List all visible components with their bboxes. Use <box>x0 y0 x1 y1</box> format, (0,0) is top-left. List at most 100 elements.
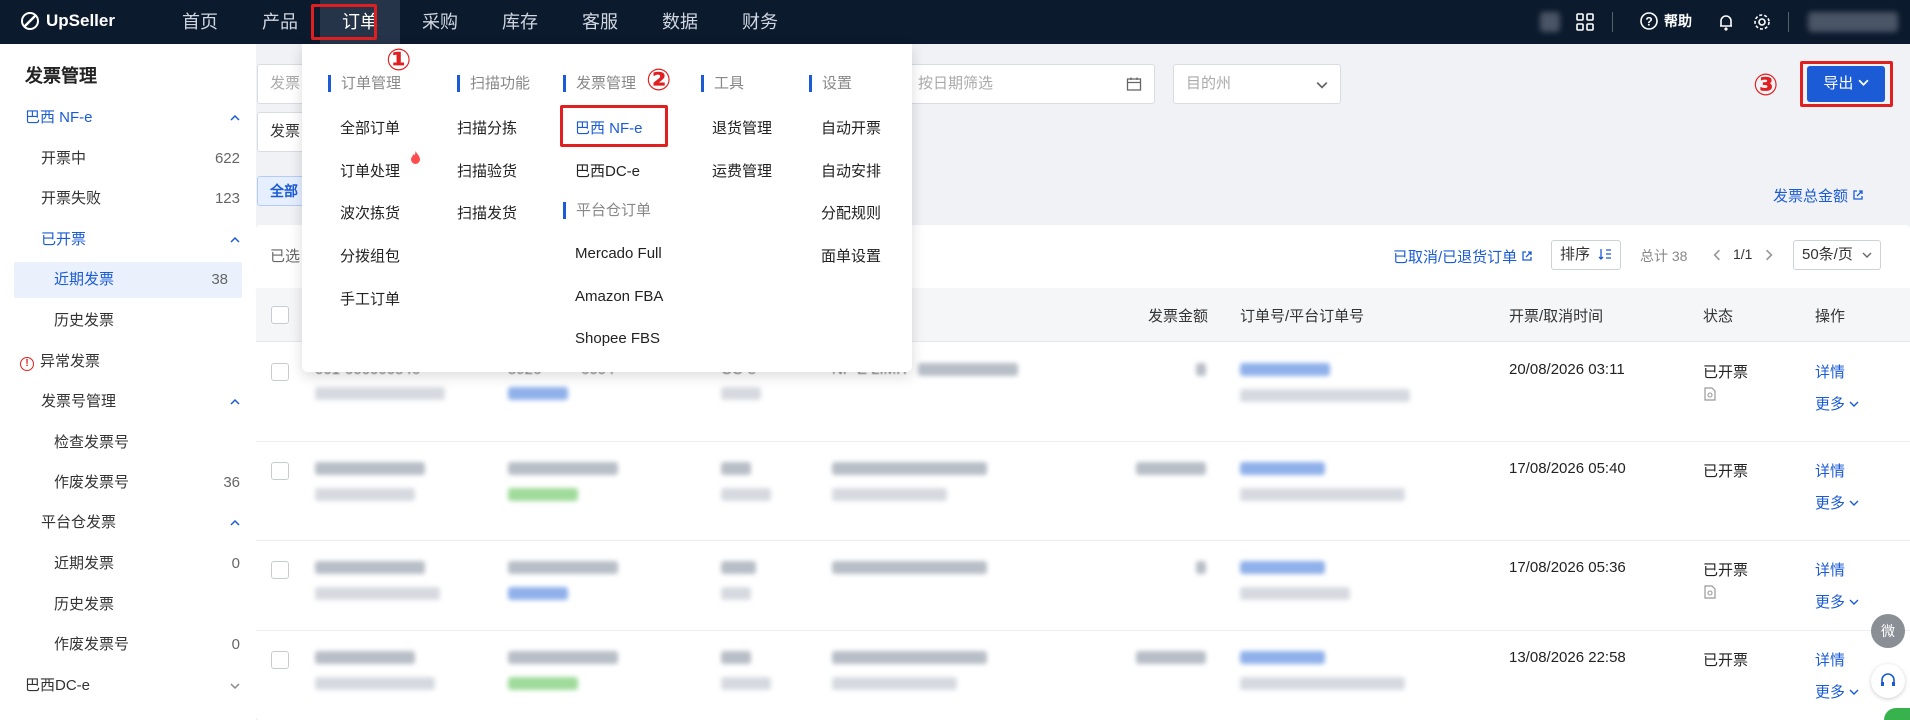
total-amount-link[interactable]: 发票总金额 <box>1773 185 1864 206</box>
sort-button[interactable]: 排序 <box>1551 240 1622 270</box>
detail-link[interactable]: 详情 <box>1815 559 1845 580</box>
blurred-text <box>832 488 947 501</box>
menu-item-scan-ship[interactable]: 扫描发货 <box>457 202 517 223</box>
menu-item-manual-order[interactable]: 手工订单 <box>340 288 400 309</box>
detail-link[interactable]: 详情 <box>1815 649 1845 670</box>
menu-item-allocation-rules[interactable]: 分配规则 <box>821 202 881 223</box>
nav-home[interactable]: 首页 <box>160 0 240 44</box>
select-all-checkbox[interactable] <box>271 306 289 324</box>
more-label: 更多 <box>1815 684 1846 701</box>
support-float-button[interactable] <box>1871 664 1905 698</box>
menu-item-mercado-full[interactable]: Mercado Full <box>575 245 662 262</box>
blurred-order-link[interactable] <box>1240 651 1325 664</box>
menu-item-shipping-cost[interactable]: 运费管理 <box>712 160 772 181</box>
menu-item-returns[interactable]: 退货管理 <box>712 117 772 138</box>
help-button[interactable]: ? 帮助 <box>1639 11 1692 31</box>
document-icon[interactable] <box>1703 387 1717 401</box>
sidebar-item-pw-recent[interactable]: 近期发票 0 <box>0 546 256 582</box>
annotation-box-export <box>1800 61 1893 107</box>
blurred-text <box>721 488 771 501</box>
row-checkbox[interactable] <box>271 561 289 579</box>
sidebar-item-invoicing[interactable]: 开票中 622 <box>0 141 256 177</box>
wechat-float-button[interactable]: 微 <box>1871 614 1905 648</box>
more-dropdown[interactable]: 更多 <box>1815 681 1859 702</box>
blurred-order-link[interactable] <box>1240 363 1330 376</box>
row-checkbox[interactable] <box>271 363 289 381</box>
sidebar-item-history-invoices[interactable]: 历史发票 <box>0 303 256 339</box>
row-checkbox[interactable] <box>271 462 289 480</box>
sidebar-item-failed[interactable]: 开票失败 123 <box>0 181 256 217</box>
sidebar-item-brazil-nfe[interactable]: 巴西 NF-e <box>0 100 256 136</box>
nav-inventory[interactable]: 库存 <box>480 0 560 44</box>
blurred-order-link[interactable] <box>1240 462 1325 475</box>
blurred-text <box>721 387 761 400</box>
blurred-amount <box>1136 651 1206 664</box>
chevron-left-icon[interactable] <box>1711 249 1723 261</box>
annotation-box-orders <box>311 4 377 40</box>
nav-finance[interactable]: 财务 <box>720 0 800 44</box>
bell-icon[interactable] <box>1716 12 1736 32</box>
chevron-right-icon[interactable] <box>1763 249 1775 261</box>
blurred-amount <box>1196 363 1206 376</box>
date-filter-input[interactable]: 按日期筛选 <box>905 64 1155 104</box>
sidebar-item-brazil-dce[interactable]: 巴西DC-e <box>0 668 256 704</box>
apps-grid-icon[interactable] <box>1575 12 1595 32</box>
menu-item-allocation-packing[interactable]: 分拨组包 <box>340 245 400 266</box>
sidebar-item-issued[interactable]: 已开票 <box>0 222 256 258</box>
more-dropdown[interactable]: 更多 <box>1815 393 1859 414</box>
menu-item-scan-inspect[interactable]: 扫描验货 <box>457 160 517 181</box>
blurred-text <box>832 677 957 690</box>
logo[interactable]: UpSeller <box>20 11 115 31</box>
sidebar-item-count: 123 <box>214 190 240 207</box>
gear-icon[interactable] <box>1752 12 1772 32</box>
menu-item-brazil-dce[interactable]: 巴西DC-e <box>575 160 640 181</box>
blurred-text <box>721 561 756 574</box>
blurred-order-link[interactable] <box>1240 561 1325 574</box>
page-size-label: 50条/页 <box>1802 246 1853 263</box>
col-status: 状态 <box>1703 308 1734 325</box>
blurred-username[interactable] <box>1808 12 1898 32</box>
menu-item-amazon-fba[interactable]: Amazon FBA <box>575 288 663 305</box>
menu-item-scan-sort[interactable]: 扫描分拣 <box>457 117 517 138</box>
menu-item-auto-arrange[interactable]: 自动安排 <box>821 160 881 181</box>
destination-state-select[interactable]: 目的州 <box>1173 64 1341 104</box>
sidebar-item-void-invoice-number[interactable]: 作废发票号 36 <box>0 465 256 501</box>
menu-section-tools: 工具 <box>701 75 744 92</box>
sidebar-item-abnormal-invoices[interactable]: ! 异常发票 <box>0 344 256 380</box>
cancelled-orders-link[interactable]: 已取消/已退货订单 <box>1393 246 1533 267</box>
chevron-up-icon <box>230 519 240 526</box>
sidebar-item-check-invoice-number[interactable]: 检查发票号 <box>0 425 256 461</box>
menu-item-wave-picking[interactable]: 波次拣货 <box>340 202 400 223</box>
row-checkbox[interactable] <box>271 651 289 669</box>
menu-item-all-orders[interactable]: 全部订单 <box>340 117 400 138</box>
nav-customer-service[interactable]: 客服 <box>560 0 640 44</box>
blurred-text <box>721 651 751 664</box>
green-float-button[interactable] <box>1884 708 1910 720</box>
nav-purchase[interactable]: 采购 <box>400 0 480 44</box>
menu-item-shopee-fbs[interactable]: Shopee FBS <box>575 330 660 347</box>
tab-all[interactable]: 全部 <box>257 176 307 206</box>
sidebar-item-platform-warehouse-invoices[interactable]: 平台仓发票 <box>0 505 256 541</box>
sidebar-item-label: 发票号管理 <box>41 393 117 410</box>
more-dropdown[interactable]: 更多 <box>1815 591 1859 612</box>
blurred-text <box>508 462 618 475</box>
detail-link[interactable]: 详情 <box>1815 460 1845 481</box>
sidebar-item-invoice-number-mgmt[interactable]: 发票号管理 <box>0 384 256 420</box>
sidebar-item-pw-history[interactable]: 历史发票 <box>0 587 256 623</box>
more-dropdown[interactable]: 更多 <box>1815 492 1859 513</box>
sidebar-item-recent-invoices[interactable]: 近期发票 38 <box>14 262 242 298</box>
nav-data[interactable]: 数据 <box>640 0 720 44</box>
sidebar-item-count: 36 <box>223 474 240 491</box>
sidebar-item-pw-void[interactable]: 作废发票号 0 <box>0 627 256 663</box>
menu-item-auto-invoice[interactable]: 自动开票 <box>821 117 881 138</box>
nav-products[interactable]: 产品 <box>240 0 320 44</box>
detail-link[interactable]: 详情 <box>1815 361 1845 382</box>
menu-item-order-processing[interactable]: 订单处理 <box>340 151 420 181</box>
document-icon[interactable] <box>1703 585 1717 599</box>
calendar-icon <box>1126 77 1142 91</box>
menu-item-label-settings[interactable]: 面单设置 <box>821 245 881 266</box>
divider <box>1788 12 1789 32</box>
external-link-icon <box>1853 190 1863 200</box>
page-size-select[interactable]: 50条/页 <box>1793 240 1881 270</box>
filter-text: 发票 <box>270 75 301 92</box>
